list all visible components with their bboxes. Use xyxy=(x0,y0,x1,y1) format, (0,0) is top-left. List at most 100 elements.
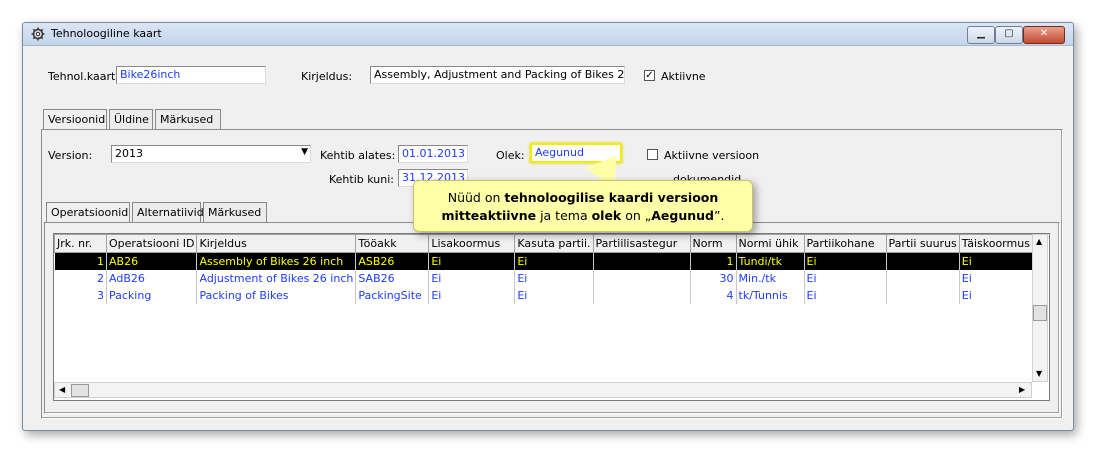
col-header[interactable]: Norm xyxy=(689,234,737,253)
cell[interactable]: Packing xyxy=(106,287,198,304)
callout-bold-text: tehnoloogilise kaardi versioon xyxy=(504,190,719,205)
cell[interactable]: tk/Tunnis xyxy=(736,287,805,304)
close-button[interactable]: ✕ xyxy=(1023,26,1065,44)
cell[interactable] xyxy=(886,270,960,287)
card-field[interactable]: Bike26inch xyxy=(116,66,266,84)
col-header[interactable]: Tööakk xyxy=(355,234,430,253)
cell[interactable]: Ei xyxy=(959,270,1033,287)
cell[interactable]: 1 xyxy=(690,252,737,270)
chevron-down-icon[interactable]: ▼ xyxy=(301,147,308,157)
window-title: Tehnoloogiline kaart xyxy=(51,27,162,40)
minimize-icon: ▁ xyxy=(977,28,985,39)
callout-text: ”. xyxy=(714,208,725,223)
table-row[interactable]: 2 AdB26 Adjustment of Bikes 26 inch SAB2… xyxy=(54,270,1033,287)
cell[interactable] xyxy=(886,287,960,304)
scroll-down-icon[interactable]: ▼ xyxy=(1036,369,1042,378)
cell[interactable]: Ei xyxy=(804,287,887,304)
tab-operations[interactable]: Operatsioonid xyxy=(46,202,130,222)
close-icon: ✕ xyxy=(1039,28,1049,39)
valid-to-label: Kehtib kuni: xyxy=(329,173,394,186)
tab-notes[interactable]: Märkused xyxy=(155,109,221,129)
active-label: Aktiivne xyxy=(661,70,706,83)
callout-line-2: mitteaktiivne ja tema olek on „Aegunud”. xyxy=(414,207,752,225)
version-value: 2013 xyxy=(115,147,143,160)
cell[interactable]: Ei xyxy=(514,270,594,287)
cell[interactable]: Ei xyxy=(428,270,516,287)
cell[interactable]: AB26 xyxy=(106,252,198,270)
cell[interactable]: Ei xyxy=(514,287,594,304)
tab-versions[interactable]: Versioonid xyxy=(43,109,107,129)
operations-grid: Jrk. nr. Operatsiooni ID Kirjeldus Tööak… xyxy=(53,233,1050,401)
col-header[interactable]: Kasuta partii. xyxy=(514,234,594,253)
cell[interactable]: ASB26 xyxy=(355,252,430,270)
cell[interactable]: Ei xyxy=(959,287,1033,304)
col-header[interactable]: Täiskoormus xyxy=(958,234,1033,253)
version-label: Version: xyxy=(48,149,93,162)
cell[interactable]: Assembly of Bikes 26 inch xyxy=(196,252,357,270)
cell[interactable]: PackingSite xyxy=(355,287,430,304)
col-header[interactable]: Kirjeldus xyxy=(196,234,357,253)
minimize-button[interactable]: ▁ xyxy=(967,26,995,44)
cell[interactable]: Ei xyxy=(428,252,516,270)
cell[interactable]: 30 xyxy=(690,270,737,287)
cell[interactable]: Adjustment of Bikes 26 inch xyxy=(196,270,357,287)
cell[interactable] xyxy=(886,252,960,270)
callout-text: on „ xyxy=(621,208,652,223)
cell[interactable]: 3 xyxy=(54,287,107,304)
state-label: Olek: xyxy=(496,149,525,162)
cell[interactable]: AdB26 xyxy=(106,270,198,287)
table-row[interactable]: 3 Packing Packing of Bikes PackingSite E… xyxy=(54,287,1033,304)
callout-bold-text: mitteaktiivne xyxy=(441,208,537,223)
cell[interactable]: Ei xyxy=(804,270,887,287)
active-checkbox[interactable]: ✓ xyxy=(644,70,655,81)
cell[interactable]: 4 xyxy=(690,287,737,304)
col-header[interactable]: Operatsiooni ID xyxy=(105,234,198,253)
cell[interactable]: Ei xyxy=(959,252,1033,270)
cell[interactable] xyxy=(593,287,691,304)
valid-from-field[interactable]: 01.01.2013 xyxy=(398,145,468,163)
scroll-right-icon[interactable]: ▶ xyxy=(1019,385,1025,394)
cell[interactable]: Packing of Bikes xyxy=(196,287,357,304)
col-header[interactable]: Partii suurus xyxy=(885,234,960,253)
vertical-scrollbar[interactable]: ▲ ▼ xyxy=(1032,234,1048,382)
cell[interactable] xyxy=(593,252,691,270)
scroll-left-icon[interactable]: ◀ xyxy=(59,385,65,394)
callout-line-1: Nüüd on tehnoloogilise kaardi versioon xyxy=(414,189,752,207)
tab-alternatives[interactable]: Alternatiivid xyxy=(132,202,204,222)
cell[interactable]: Tundi/tk xyxy=(736,252,805,270)
maximize-icon: ▢ xyxy=(1004,28,1014,39)
horizontal-scrollbar[interactable]: ◀ ▶ xyxy=(54,382,1032,398)
tab-remarks[interactable]: Märkused xyxy=(203,202,267,222)
tab-general[interactable]: Üldine xyxy=(109,109,153,129)
gear-icon xyxy=(31,27,45,41)
col-header[interactable]: Partiilisastegur xyxy=(592,234,691,253)
active-version-label: Aktiivne versioon xyxy=(664,149,760,162)
vertical-scroll-thumb[interactable] xyxy=(1033,305,1047,321)
col-header[interactable]: Normi ühik xyxy=(735,234,805,253)
cell[interactable]: 1 xyxy=(54,252,107,270)
annotation-callout: Nüüd on tehnoloogilise kaardi versioon m… xyxy=(413,180,753,232)
callout-bold-text: olek xyxy=(591,208,622,223)
table-row[interactable]: 1 AB26 Assembly of Bikes 26 inch ASB26 E… xyxy=(54,252,1033,270)
cell[interactable]: Ei xyxy=(804,252,887,270)
scroll-up-icon[interactable]: ▲ xyxy=(1036,237,1042,246)
header-row: Jrk. nr. Operatsiooni ID Kirjeldus Tööak… xyxy=(54,234,1033,253)
cell[interactable]: SAB26 xyxy=(355,270,430,287)
horizontal-scroll-thumb[interactable] xyxy=(71,384,89,397)
col-header[interactable]: Partiikohane xyxy=(803,234,887,253)
description-field[interactable]: Assembly, Adjustment and Packing of Bike… xyxy=(370,66,625,84)
callout-text: ja tema xyxy=(536,208,592,223)
callout-bold-text: Aegunud xyxy=(651,208,714,223)
cell[interactable] xyxy=(593,270,691,287)
maximize-button[interactable]: ▢ xyxy=(995,26,1023,44)
col-header[interactable]: Lisakoormus xyxy=(428,234,516,253)
description-label: Kirjeldus: xyxy=(301,70,353,83)
cell[interactable]: 2 xyxy=(54,270,107,287)
col-header[interactable]: Jrk. nr. xyxy=(54,234,107,253)
active-version-checkbox[interactable] xyxy=(647,149,658,160)
cell[interactable]: Ei xyxy=(428,287,516,304)
cell[interactable]: Min./tk xyxy=(736,270,805,287)
cell[interactable]: Ei xyxy=(514,252,594,270)
callout-text: Nüüd on xyxy=(447,190,505,205)
version-select[interactable]: 2013 ▼ xyxy=(111,145,311,163)
